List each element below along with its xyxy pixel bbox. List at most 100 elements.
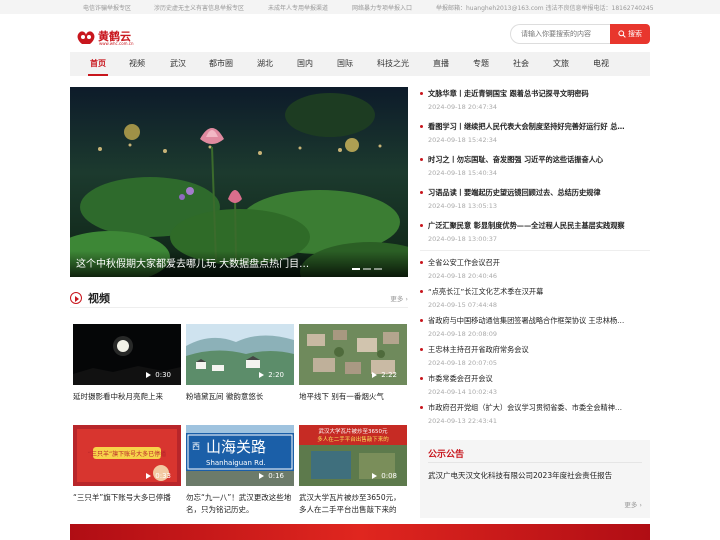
nav-domestic[interactable]: 国内 — [297, 52, 313, 76]
video-card[interactable]: 武汉大学瓦片被炒至3650元 多人在二手平台出售敲下来的 0:08 武汉大学瓦片… — [299, 425, 407, 516]
news-item[interactable]: 市政府召开党组（扩大）会议学习贯彻省委、市委全会精神… 2024-09-13 2… — [420, 403, 650, 426]
fraud-report-link[interactable]: 电信诈骗举报专区 — [83, 3, 131, 12]
nav-live[interactable]: 直播 — [433, 52, 449, 76]
news-item[interactable]: 看图学习丨继续把人民代表大会制度坚持好完善好运行好 总… 2024-09-18 … — [420, 122, 650, 145]
nav-international[interactable]: 国际 — [337, 52, 353, 76]
news-date: 2024-09-18 20:07:05 — [428, 359, 498, 367]
video-title[interactable]: 延时摄影看中秋月亮爬上来 — [73, 391, 181, 403]
play-circle-icon — [70, 292, 82, 304]
search-input[interactable] — [510, 24, 610, 44]
news-title[interactable]: 省政府与中国移动通信集团签署战略合作框架协议 王忠林杨… — [420, 316, 650, 326]
nav-video[interactable]: 视频 — [129, 52, 145, 76]
video-thumbnail[interactable]: “三只羊”旗下账号大多已停播 0:33 — [73, 425, 181, 486]
video-title[interactable]: 粉墙黛瓦间 徽韵意悠长 — [186, 391, 294, 403]
video-card[interactable]: 2:20 粉墙黛瓦间 徽韵意悠长 — [186, 324, 294, 403]
news-item[interactable]: 市委常委会召开会议 2024-09-14 10:02:43 — [420, 374, 650, 397]
video-thumbnail[interactable]: 2:20 — [186, 324, 294, 385]
video-thumbnail[interactable]: 0:30 — [73, 324, 181, 385]
roof-thumbnail-text-1: 武汉大学瓦片被炒至3650元 — [319, 427, 388, 435]
news-title[interactable]: 时习之丨勿忘国耻、奋发图强 习近平的这些话振奋人心 — [420, 155, 650, 165]
news-date: 2024-09-18 13:05:13 — [428, 202, 498, 210]
video-title[interactable]: 地平线下 别有一番烟火气 — [299, 391, 407, 403]
carousel-indicators — [352, 268, 382, 270]
news-title[interactable]: 市政府召开党组（扩大）会议学习贯彻省委、市委全会精神… — [420, 403, 650, 413]
main-nav: 首页 视频 武汉 都市圈 湖北 国内 国际 科技之光 直播 专题 社会 文旅 电… — [70, 52, 650, 76]
news-date: 2024-09-18 20:08:09 — [428, 330, 498, 338]
video-title[interactable]: “三只羊”旗下账号大多已停播 — [73, 492, 181, 504]
nav-tech[interactable]: 科技之光 — [377, 52, 409, 76]
history-report-link[interactable]: 涉历史虚无主义有害信息举报专区 — [154, 3, 244, 12]
news-title[interactable]: 看图学习丨继续把人民代表大会制度坚持好完善好运行好 总… — [420, 122, 650, 132]
news-item[interactable]: 习语品读丨要端起历史望远镜回顾过去、总结历史规律 2024-09-18 13:0… — [420, 188, 650, 211]
news-date: 2024-09-18 15:42:34 — [428, 136, 498, 144]
video-duration: 0:08 — [372, 472, 397, 480]
nav-special[interactable]: 专题 — [473, 52, 489, 76]
nav-culture-travel[interactable]: 文旅 — [553, 52, 569, 76]
news-date: 2024-09-13 22:43:41 — [428, 417, 498, 425]
search-button[interactable]: 搜索 — [610, 24, 650, 44]
hero-image — [70, 87, 408, 277]
video-duration: 2:20 — [259, 371, 284, 379]
video-title[interactable]: 武汉大学瓦片被炒至3650元，多人在二手平台出售敲下来的 — [299, 492, 407, 516]
news-item[interactable]: 广泛汇聚民意 彰显制度优势——全过程人民民主基层实践观察 2024-09-18 … — [420, 221, 650, 244]
nav-society[interactable]: 社会 — [513, 52, 529, 76]
notice-box: 公示公告 武汉广电天汉文化科技有限公司2023年度社会责任报告 更多 › — [420, 440, 650, 518]
carousel-dot[interactable] — [363, 268, 371, 270]
video-card[interactable]: “三只羊”旗下账号大多已停播 0:33 “三只羊”旗下账号大多已停播 — [73, 425, 181, 504]
news-date: 2024-09-14 10:02:43 — [428, 388, 498, 396]
hero-carousel[interactable]: 这个中秋假期大家都爱去哪儿玩 大数据盘点热门目… — [70, 87, 408, 277]
hero-caption[interactable]: 这个中秋假期大家都爱去哪儿玩 大数据盘点热门目… — [70, 251, 408, 277]
video-duration: 2:22 — [372, 371, 397, 379]
news-item[interactable]: “点亮长江”长江文化艺术季在汉开幕 2024-09-15 07:44:48 — [420, 287, 650, 310]
news-item[interactable]: 文脉华章丨走近青铜国宝 跟着总书记探寻文明密码 2024-09-18 20:47… — [420, 89, 650, 112]
report-contact: 举报邮箱：huangheh2013@163.com 违法不良信息举报电话：181… — [436, 5, 654, 12]
minor-report-link[interactable]: 未成年人专用举报渠道 — [268, 3, 328, 12]
video-more-link[interactable]: 更多 › — [390, 293, 408, 303]
video-title[interactable]: 勿忘“九一八”！武汉更改这些地名，只为铭记历史。 — [186, 492, 294, 516]
violence-report-link[interactable]: 网络暴力专项举报入口 — [352, 3, 412, 12]
news-date: 2024-09-18 13:00:37 — [428, 235, 498, 243]
news-item[interactable]: 时习之丨勿忘国耻、奋发图强 习近平的这些话振奋人心 2024-09-18 15:… — [420, 155, 650, 178]
top-notice-bar: 电信诈骗举报专区 涉历史虚无主义有害信息举报专区 未成年人专用举报渠道 网络暴力… — [0, 0, 720, 14]
news-title[interactable]: 习语品读丨要端起历史望远镜回顾过去、总结历史规律 — [420, 188, 650, 198]
news-title[interactable]: 王忠林主持召开省政府常务会议 — [420, 345, 650, 355]
nav-home[interactable]: 首页 — [88, 52, 108, 76]
video-duration: 0:16 — [259, 472, 284, 480]
video-section-header: 视频 更多 › — [70, 290, 408, 308]
news-title[interactable]: “点亮长江”长江文化艺术季在汉开幕 — [420, 287, 650, 297]
nav-wuhan[interactable]: 武汉 — [170, 52, 186, 76]
news-title[interactable]: 全省公安工作会议召开 — [420, 258, 650, 268]
news-title[interactable]: 市委常委会召开会议 — [420, 374, 650, 384]
video-card[interactable]: 0:30 延时摄影看中秋月亮爬上来 — [73, 324, 181, 403]
video-thumbnail[interactable]: 2:22 — [299, 324, 407, 385]
nav-tv[interactable]: 电视 — [593, 52, 609, 76]
notice-item[interactable]: 武汉广电天汉文化科技有限公司2023年度社会责任报告 — [428, 470, 612, 481]
video-thumbnail[interactable]: 西 山海关路 Shanhaiguan Rd. 0:16 — [186, 425, 294, 486]
video-card[interactable]: 西 山海关路 Shanhaiguan Rd. 0:16 勿忘“九一八”！武汉更改… — [186, 425, 294, 516]
notice-divider — [428, 462, 642, 463]
nav-metro[interactable]: 都市圈 — [209, 52, 233, 76]
promo-thumbnail-text: “三只羊”旗下账号大多已停播 — [88, 450, 166, 458]
crane-logo-icon — [77, 31, 95, 44]
sign-street-text: 山海关路 — [206, 438, 266, 456]
news-item[interactable]: 王忠林主持召开省政府常务会议 2024-09-18 20:07:05 — [420, 345, 650, 368]
bottom-banner[interactable] — [70, 524, 650, 540]
search-icon — [618, 30, 626, 38]
video-duration: 0:33 — [146, 472, 171, 480]
carousel-dot[interactable] — [352, 268, 360, 270]
sign-west-text: 西 — [192, 442, 200, 451]
video-thumbnail[interactable]: 武汉大学瓦片被炒至3650元 多人在二手平台出售敲下来的 0:08 — [299, 425, 407, 486]
news-title[interactable]: 广泛汇聚民意 彰显制度优势——全过程人民民主基层实践观察 — [420, 221, 650, 231]
news-date: 2024-09-18 20:47:34 — [428, 103, 498, 111]
carousel-dot[interactable] — [374, 268, 382, 270]
news-item[interactable]: 省政府与中国移动通信集团签署战略合作框架协议 王忠林杨… 2024-09-18 … — [420, 316, 650, 339]
news-item[interactable]: 全省公安工作会议召开 2024-09-18 20:40:46 — [420, 258, 650, 281]
notice-more-link[interactable]: 更多 › — [624, 499, 642, 509]
nav-hubei[interactable]: 湖北 — [257, 52, 273, 76]
video-card[interactable]: 2:22 地平线下 别有一番烟火气 — [299, 324, 407, 403]
news-title[interactable]: 文脉华章丨走近青铜国宝 跟着总书记探寻文明密码 — [420, 89, 650, 99]
search-button-label: 搜索 — [628, 30, 642, 38]
video-duration: 0:30 — [146, 371, 171, 379]
video-section-title: 视频 — [88, 292, 110, 305]
sign-english-text: Shanhaiguan Rd. — [206, 459, 266, 467]
